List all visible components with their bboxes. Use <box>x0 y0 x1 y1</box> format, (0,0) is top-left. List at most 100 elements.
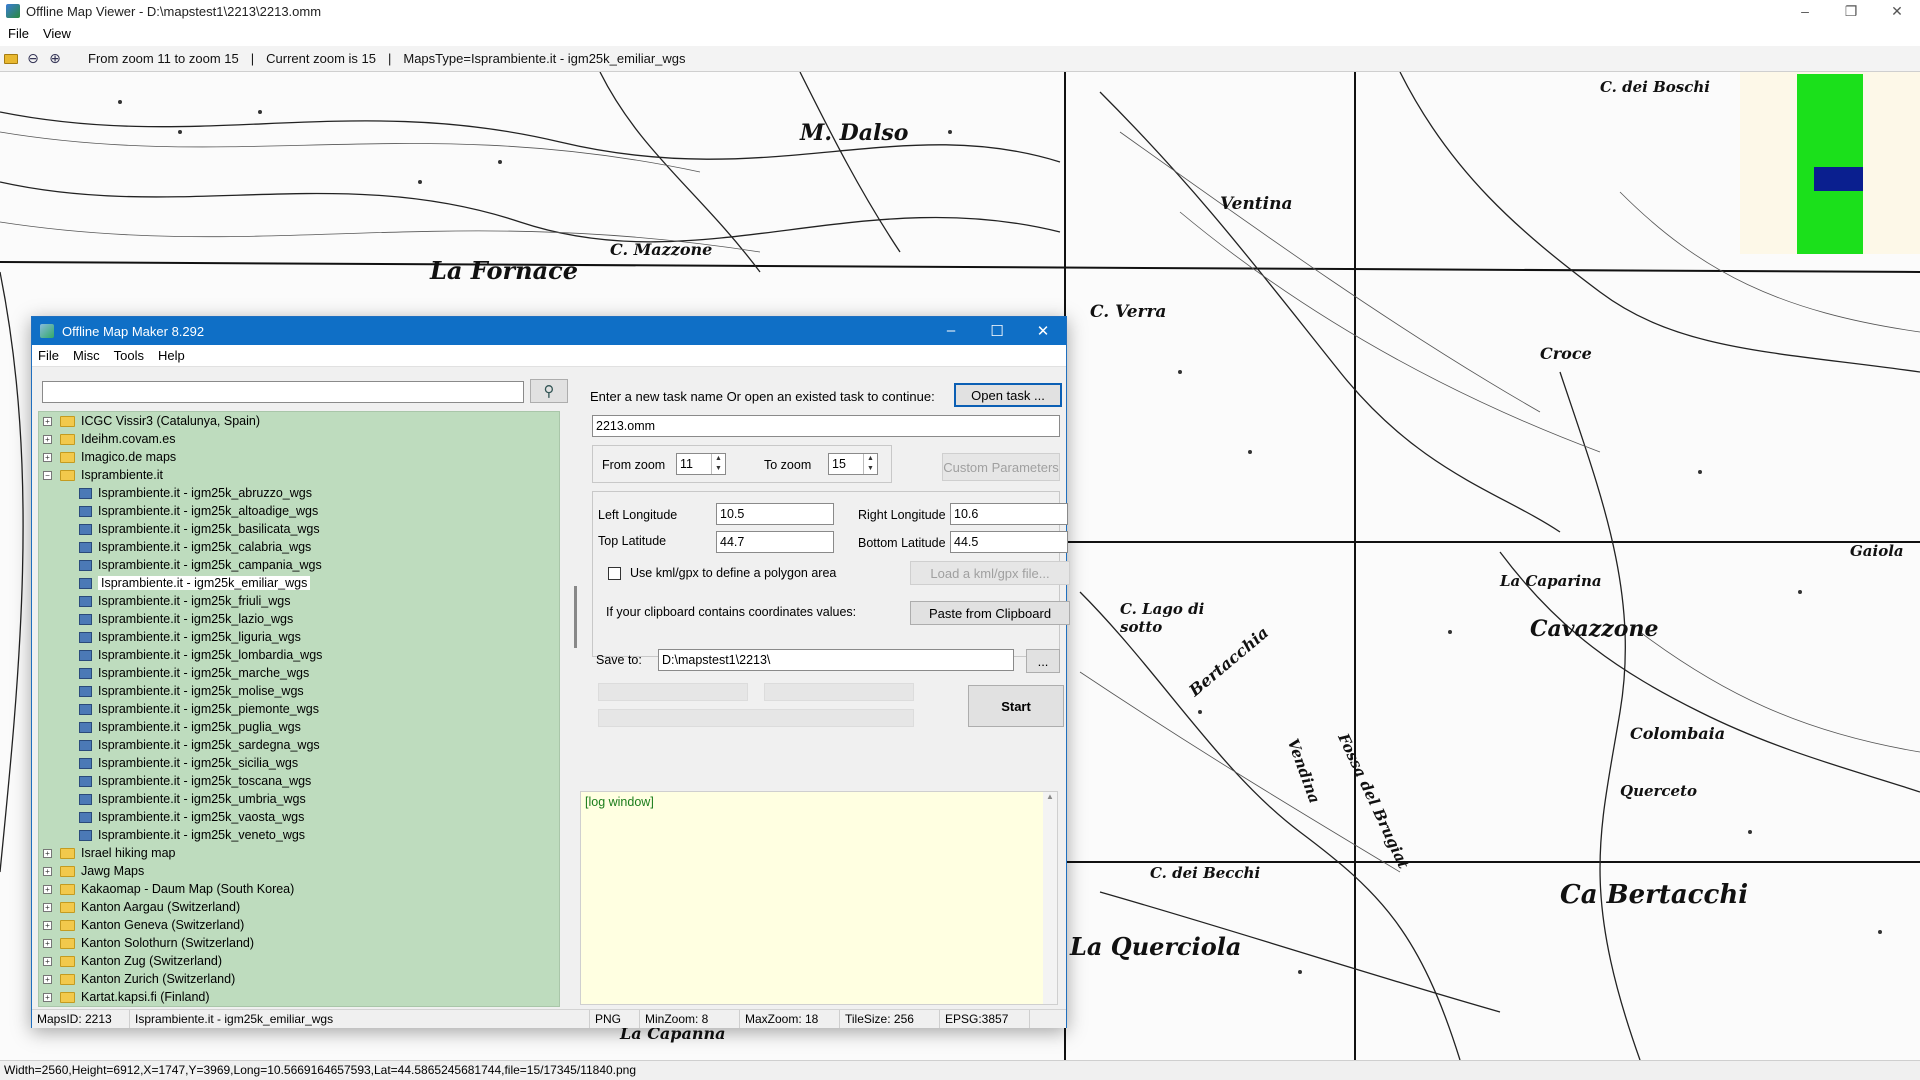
map-source-pane: ⚲ + ICGC Vissir3 (Catalunya, Spain) + Ideih… <box>38 373 577 1007</box>
right-longitude-field[interactable]: 10.6 <box>950 503 1068 525</box>
tree-map-item[interactable]: Isprambiente.it - igm25k_campania_wgs <box>39 556 559 574</box>
minimize-icon[interactable]: – <box>928 322 974 340</box>
tree-map-item[interactable]: Isprambiente.it - igm25k_marche_wgs <box>39 664 559 682</box>
tree-map-item[interactable]: Isprambiente.it - igm25k_puglia_wgs <box>39 718 559 736</box>
map-layer-icon <box>79 793 92 805</box>
expand-icon[interactable]: + <box>43 866 52 876</box>
maximize-icon[interactable]: ☐ <box>974 322 1020 340</box>
expand-icon[interactable]: + <box>43 434 52 444</box>
expand-icon[interactable]: + <box>43 920 52 930</box>
paste-clipboard-button[interactable]: Paste from Clipboard <box>910 601 1070 625</box>
tree-folder[interactable]: − Isprambiente.it <box>39 466 559 484</box>
task-name-field[interactable]: 2213.omm <box>592 415 1060 437</box>
tree-folder[interactable]: + Imagico.de maps <box>39 448 559 466</box>
tree-folder[interactable]: + Kanton Zurich (Switzerland) <box>39 970 559 988</box>
tree-map-item[interactable]: Isprambiente.it - igm25k_umbria_wgs <box>39 790 559 808</box>
expand-icon[interactable]: + <box>43 902 52 912</box>
right-longitude-label: Right Longitude <box>858 508 946 522</box>
tree-folder[interactable]: + Kanton Solothurn (Switzerland) <box>39 934 559 952</box>
tree-map-item[interactable]: Isprambiente.it - igm25k_lazio_wgs <box>39 610 559 628</box>
log-scrollbar[interactable]: ▲ <box>1043 792 1057 1004</box>
tree-map-item[interactable]: Isprambiente.it - igm25k_toscana_wgs <box>39 772 559 790</box>
log-window[interactable]: [log window] ▲ <box>580 791 1058 1005</box>
open-folder-icon[interactable] <box>0 49 22 69</box>
kml-polygon-checkbox[interactable] <box>608 567 621 580</box>
minimap-viewport[interactable] <box>1814 167 1863 191</box>
to-zoom-stepper[interactable]: 15 ▲ ▼ <box>828 453 878 475</box>
tree-map-item[interactable]: Isprambiente.it - igm25k_friuli_wgs <box>39 592 559 610</box>
from-zoom-stepper[interactable]: 11 ▲ ▼ <box>676 453 726 475</box>
tree-map-item[interactable]: Isprambiente.it - igm25k_vaosta_wgs <box>39 808 559 826</box>
map-source-tree[interactable]: + ICGC Vissir3 (Catalunya, Spain) + Ideihm.… <box>38 411 560 1007</box>
expand-icon[interactable]: + <box>43 938 52 948</box>
zoom-out-icon[interactable]: ⊖ <box>22 49 44 69</box>
menu-misc[interactable]: Misc <box>73 348 100 363</box>
tree-map-item[interactable]: Isprambiente.it - igm25k_molise_wgs <box>39 682 559 700</box>
expand-icon[interactable]: + <box>43 956 52 966</box>
dialog-title-bar[interactable]: Offline Map Maker 8.292 – ☐ ✕ <box>32 317 1066 345</box>
search-input[interactable] <box>42 381 524 403</box>
tree-map-item[interactable]: Isprambiente.it - igm25k_liguria_wgs <box>39 628 559 646</box>
tree-map-item[interactable]: Isprambiente.it - igm25k_sicilia_wgs <box>39 754 559 772</box>
tree-map-item[interactable]: Isprambiente.it - igm25k_calabria_wgs <box>39 538 559 556</box>
menu-view[interactable]: View <box>43 26 71 41</box>
tree-map-item[interactable]: Isprambiente.it - igm25k_veneto_wgs <box>39 826 559 844</box>
close-icon[interactable]: ✕ <box>1874 0 1920 22</box>
progress-bar <box>764 683 914 701</box>
dialog-title: Offline Map Maker 8.292 <box>62 323 205 339</box>
tree-folder[interactable]: + Jawg Maps <box>39 862 559 880</box>
map-layer-icon <box>79 559 92 571</box>
custom-parameters-button[interactable]: Custom Parameters <box>942 453 1060 481</box>
scrollbar-thumb[interactable] <box>574 586 577 648</box>
tree-map-item[interactable]: Isprambiente.it - igm25k_basilicata_wgs <box>39 520 559 538</box>
tree-folder[interactable]: + Kanton Aargau (Switzerland) <box>39 898 559 916</box>
save-path-field[interactable]: D:\mapstest1\2213\ <box>658 649 1014 671</box>
menu-file[interactable]: File <box>8 26 29 41</box>
close-icon[interactable]: ✕ <box>1020 322 1066 340</box>
bottom-latitude-field[interactable]: 44.5 <box>950 531 1068 553</box>
tree-map-item[interactable]: Isprambiente.it - igm25k_altoadige_wgs <box>39 502 559 520</box>
tree-folder-label: Ideihm.covam.es <box>81 432 176 446</box>
tree-folder[interactable]: + ICGC Vissir3 (Catalunya, Spain) <box>39 412 559 430</box>
restore-icon[interactable]: ❐ <box>1828 0 1874 22</box>
zoom-in-icon[interactable]: ⊕ <box>44 49 66 69</box>
stepper-arrows-icon[interactable]: ▲ ▼ <box>863 454 877 474</box>
collapse-icon[interactable]: − <box>43 470 52 480</box>
expand-icon[interactable]: + <box>43 848 52 858</box>
tree-folder[interactable]: + Kartat.kapsi.fi (Finland) <box>39 988 559 1006</box>
start-button[interactable]: Start <box>968 685 1064 727</box>
tree-map-item[interactable]: Isprambiente.it - igm25k_sardegna_wgs <box>39 736 559 754</box>
stepper-arrows-icon[interactable]: ▲ ▼ <box>711 454 725 474</box>
expand-icon[interactable]: + <box>43 884 52 894</box>
tree-map-item[interactable]: Isprambiente.it - igm25k_piemonte_wgs <box>39 700 559 718</box>
tree-folder[interactable]: + Kakaomap - Daum Map (South Korea) <box>39 880 559 898</box>
expand-icon[interactable]: + <box>43 452 52 462</box>
open-task-button[interactable]: Open task ... <box>954 383 1062 407</box>
menu-file[interactable]: File <box>38 348 59 363</box>
tree-map-item[interactable]: Isprambiente.it - igm25k_lombardia_wgs <box>39 646 559 664</box>
map-label: C. dei Boschi <box>1600 78 1710 96</box>
load-kml-button[interactable]: Load a kml/gpx file... <box>910 561 1070 585</box>
menu-tools[interactable]: Tools <box>114 348 144 363</box>
expand-icon[interactable]: + <box>43 416 52 426</box>
browse-button[interactable]: ... <box>1026 649 1060 673</box>
dialog-statusbar: MapsID: 2213 Isprambiente.it - igm25k_em… <box>32 1009 1066 1028</box>
tree-folder[interactable]: + Israel hiking map <box>39 844 559 862</box>
minimize-icon[interactable]: – <box>1782 0 1828 22</box>
tree-folder[interactable]: + Ideihm.covam.es <box>39 430 559 448</box>
tree-folder[interactable]: + Kanton Zug (Switzerland) <box>39 952 559 970</box>
tree-map-item[interactable]: Isprambiente.it - igm25k_emiliar_wgs <box>39 574 559 592</box>
map-layer-icon <box>79 829 92 841</box>
tree-item-label: Isprambiente.it - igm25k_liguria_wgs <box>98 630 301 644</box>
expand-icon[interactable]: + <box>43 992 52 1002</box>
menu-help[interactable]: Help <box>158 348 185 363</box>
top-latitude-field[interactable]: 44.7 <box>716 531 834 553</box>
folder-icon <box>60 415 75 427</box>
tree-map-item[interactable]: Isprambiente.it - igm25k_abruzzo_wgs <box>39 484 559 502</box>
tree-folder[interactable]: + Kanton Geneva (Switzerland) <box>39 916 559 934</box>
search-button[interactable]: ⚲ <box>530 379 568 403</box>
left-longitude-field[interactable]: 10.5 <box>716 503 834 525</box>
map-layer-icon <box>79 505 92 517</box>
overview-minimap[interactable] <box>1740 72 1920 254</box>
expand-icon[interactable]: + <box>43 974 52 984</box>
